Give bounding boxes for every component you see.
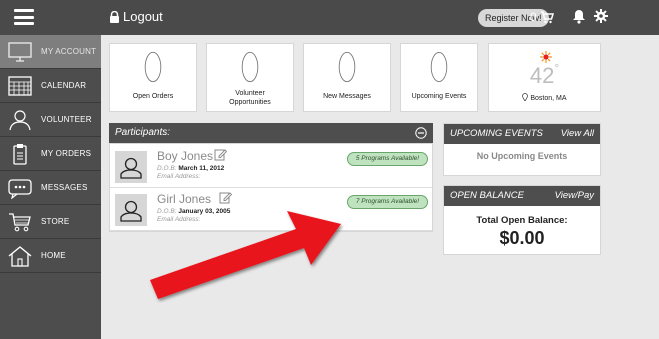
sidebar-item-home[interactable]: HOME (0, 239, 101, 273)
open-orders-count-graphic (144, 51, 162, 83)
participant-dob: D.O.B: March 11, 2012 (157, 165, 225, 172)
edit-icon[interactable] (219, 191, 232, 204)
top-bar: Logout Register Now! 0 (0, 0, 659, 35)
participants-title: Participants: (115, 127, 171, 138)
messages-count-graphic (338, 51, 356, 83)
no-upcoming-events-text: No Upcoming Events (476, 151, 568, 161)
cart-count: 0 (530, 10, 537, 24)
new-messages-label: New Messages (323, 93, 371, 100)
upcoming-events-label: Upcoming Events (411, 93, 467, 100)
participant-row[interactable]: Boy Jones D.O.B: March 11, 2012 Email Ad… (110, 146, 432, 188)
gear-icon[interactable] (594, 9, 608, 23)
cart-icon (5, 209, 35, 235)
events-count-graphic (430, 51, 448, 83)
weather-location-text: Boston, MA (530, 95, 567, 102)
volunteer-count-graphic (241, 51, 259, 83)
view-all-link[interactable]: View All (561, 124, 594, 144)
weather-card: 42° Boston, MA (488, 43, 601, 112)
weather-temp: 42 (529, 63, 555, 88)
open-balance-title: OPEN BALANCE (450, 190, 524, 201)
total-open-balance-label: Total Open Balance: (476, 215, 568, 226)
monitor-icon (5, 39, 35, 65)
volunteer-label-line2: Opportunities (229, 99, 271, 106)
open-balance-panel: OPEN BALANCE View/Pay Total Open Balance… (443, 185, 601, 255)
upcoming-events-header: UPCOMING EVENTS View All (444, 124, 600, 144)
open-balance-header: OPEN BALANCE View/Pay (444, 186, 600, 206)
upcoming-events-panel: UPCOMING EVENTS View All No Upcoming Eve… (443, 123, 601, 176)
sidebar-item-volunteer[interactable]: VOLUNTEER (0, 103, 101, 137)
upcoming-events-title: UPCOMING EVENTS (450, 128, 543, 139)
sun-icon (540, 51, 552, 63)
open-orders-label: Open Orders (132, 93, 174, 100)
volunteer-opportunities-card[interactable]: 0 Volunteer Opportunities (206, 43, 294, 112)
sidebar-item-label: MESSAGES (41, 183, 88, 192)
sidebar-item-label: VOLUNTEER (41, 115, 92, 124)
sidebar-item-store[interactable]: STORE (0, 205, 101, 239)
sidebar-item-label: MY ORDERS (41, 149, 92, 158)
weather-degree: ° (554, 61, 560, 75)
cart-icon[interactable] (540, 10, 554, 24)
sidebar-item-label: HOME (41, 251, 66, 260)
person-avatar-icon (120, 200, 142, 222)
collapse-icon[interactable] (415, 127, 427, 139)
sidebar-item-label: CALENDAR (41, 81, 87, 90)
sidebar-item-my-account[interactable]: MY ACCOUNT (0, 35, 101, 69)
programs-available-badge[interactable]: 7 Programs Available! (347, 195, 428, 209)
upcoming-events-card[interactable]: 0 Upcoming Events (400, 43, 478, 112)
lock-icon (110, 10, 119, 23)
participants-header: Participants: (109, 123, 433, 143)
sidebar-item-calendar[interactable]: CALENDAR (0, 69, 101, 103)
logout-label: Logout (123, 9, 163, 24)
edit-icon[interactable] (214, 148, 227, 161)
weather-location: Boston, MA (489, 93, 600, 103)
participant-name[interactable]: Girl Jones (157, 192, 211, 206)
logout-button[interactable]: Logout (109, 9, 163, 24)
sidebar: MY ACCOUNT CALENDAR VOLUNTEER MY ORDERS … (0, 35, 101, 339)
new-messages-card[interactable]: 0 New Messages (303, 43, 391, 112)
clipboard-icon (5, 141, 35, 167)
open-orders-card[interactable]: 0 Open Orders (109, 43, 197, 112)
person-icon (5, 107, 35, 133)
chat-icon (5, 175, 35, 201)
view-pay-link[interactable]: View/Pay (555, 186, 594, 206)
sidebar-item-my-orders[interactable]: MY ORDERS (0, 137, 101, 171)
avatar (115, 151, 147, 183)
programs-available-badge[interactable]: 5 Programs Available! (347, 152, 428, 166)
volunteer-label-line1: Volunteer (235, 90, 265, 97)
sidebar-item-messages[interactable]: MESSAGES (0, 171, 101, 205)
participant-email: Email Address: (157, 173, 201, 180)
sidebar-item-label: MY ACCOUNT (41, 47, 97, 56)
location-pin-icon (522, 93, 529, 102)
avatar (115, 194, 147, 226)
calendar-icon (5, 73, 35, 99)
sidebar-item-label: STORE (41, 217, 70, 226)
person-avatar-icon (120, 157, 142, 179)
red-arrow-annotation (150, 211, 341, 299)
home-icon (5, 243, 35, 269)
total-open-balance-amount: $0.00 (499, 228, 545, 248)
bell-icon[interactable] (572, 9, 586, 24)
hamburger-menu-icon[interactable] (14, 9, 34, 25)
register-now-button[interactable]: Register Now! (478, 9, 549, 27)
participant-name[interactable]: Boy Jones (157, 149, 213, 163)
